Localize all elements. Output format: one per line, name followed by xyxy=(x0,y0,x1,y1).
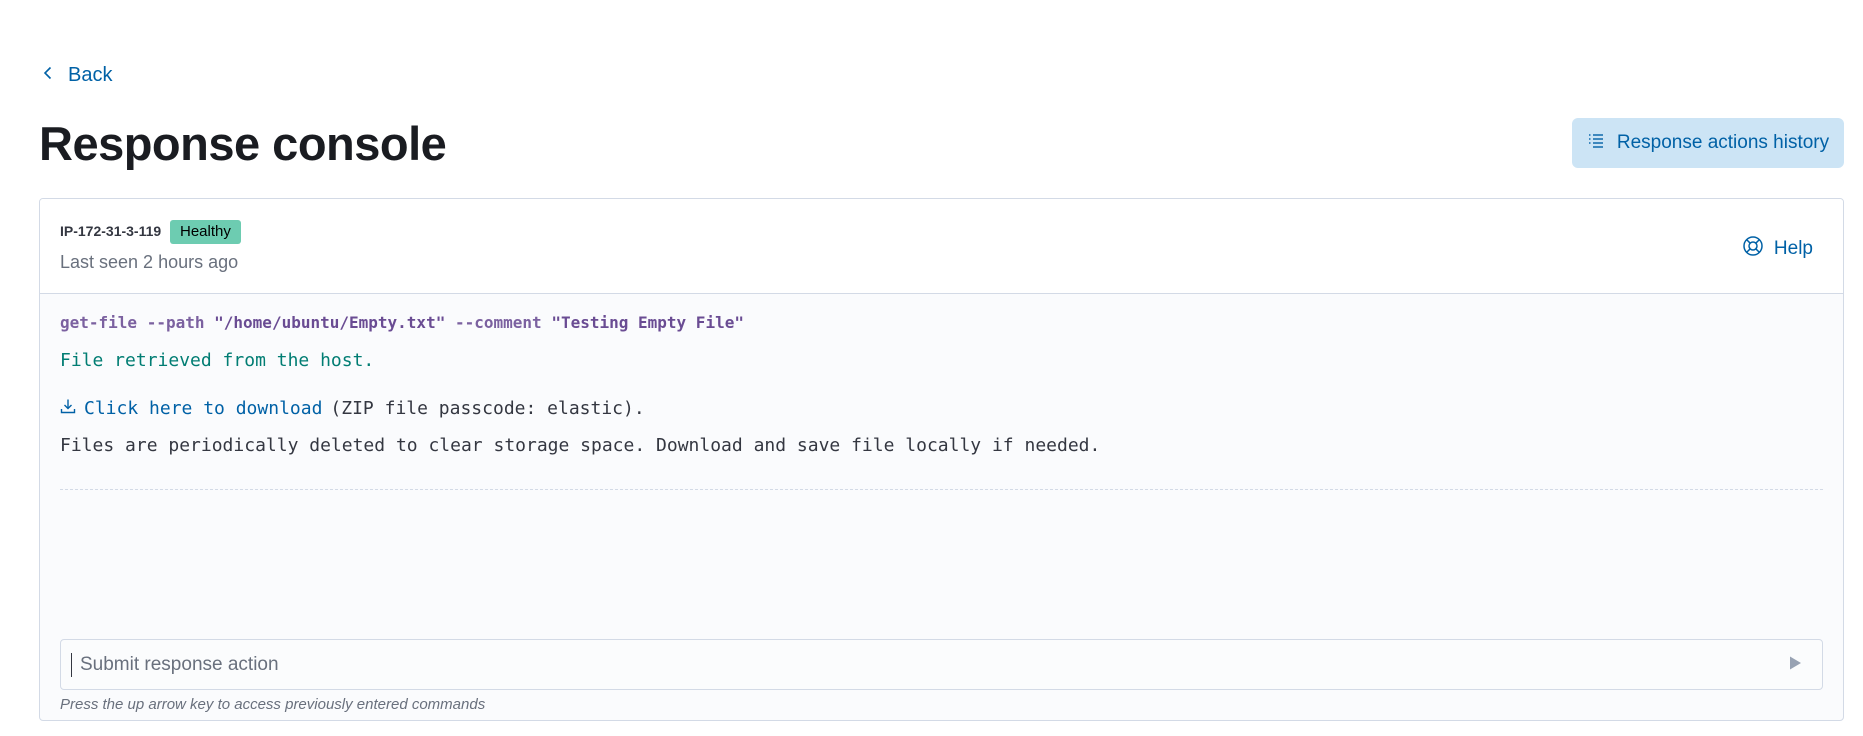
host-name: IP-172-31-3-119 xyxy=(60,223,162,239)
command-input[interactable] xyxy=(80,653,1782,676)
page-title: Response console xyxy=(39,117,447,170)
storage-info-message: Files are periodically deleted to clear … xyxy=(60,435,1101,456)
help-button[interactable]: Help xyxy=(1742,235,1813,263)
download-icon xyxy=(60,398,76,419)
back-label: Back xyxy=(68,64,113,86)
play-icon xyxy=(1787,655,1803,674)
command-input-box[interactable] xyxy=(60,639,1823,690)
list-icon xyxy=(1587,131,1605,155)
download-passcode-note: (ZIP file passcode: elastic). xyxy=(330,398,645,419)
result-message: File retrieved from the host. xyxy=(60,350,375,371)
chevron-left-icon xyxy=(40,64,56,87)
response-actions-history-button[interactable]: Response actions history xyxy=(1572,118,1844,168)
command-flag-path: --path xyxy=(146,313,205,332)
console-panel: IP-172-31-3-119 Healthy Last seen 2 hour… xyxy=(39,198,1844,721)
history-button-label: Response actions history xyxy=(1616,132,1830,153)
console-output: get-file --path "/home/ubuntu/Empty.txt"… xyxy=(60,295,1823,490)
input-hint: Press the up arrow key to access previou… xyxy=(60,696,486,713)
text-cursor xyxy=(71,652,72,677)
download-link-label: Click here to download xyxy=(84,398,323,419)
download-link[interactable]: Click here to download xyxy=(60,398,322,419)
response-console-page: Back Response console Response actions h… xyxy=(0,0,1863,736)
last-seen: Last seen 2 hours ago xyxy=(60,252,239,272)
command-line: get-file --path "/home/ubuntu/Empty.txt"… xyxy=(60,313,744,332)
command-flag-comment: --comment xyxy=(454,313,542,332)
command-name: get-file xyxy=(60,313,138,332)
command-comment-value: "Testing Empty File" xyxy=(551,313,744,332)
console-header: IP-172-31-3-119 Healthy Last seen 2 hour… xyxy=(40,199,1843,294)
download-line: Click here to download (ZIP file passcod… xyxy=(60,398,645,419)
submit-command-button[interactable] xyxy=(1782,652,1808,678)
help-label: Help xyxy=(1773,238,1813,259)
command-path-value: "/home/ubuntu/Empty.txt" xyxy=(214,313,446,332)
back-link[interactable]: Back xyxy=(40,64,112,87)
status-badge: Healthy xyxy=(170,220,241,244)
lifebuoy-icon xyxy=(1742,235,1764,263)
